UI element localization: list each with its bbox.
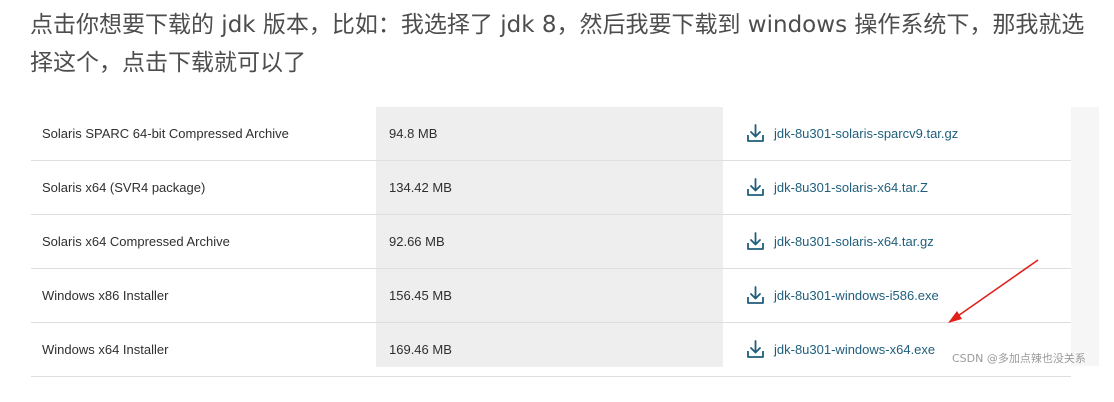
table-row: Solaris SPARC 64-bit Compressed Archive … xyxy=(31,107,1071,161)
download-icon[interactable] xyxy=(745,285,766,306)
download-cell: jdk-8u301-solaris-sparcv9.tar.gz xyxy=(745,107,958,160)
download-cell: jdk-8u301-windows-i586.exe xyxy=(745,269,939,322)
file-size: 169.46 MB xyxy=(389,342,452,357)
scroll-area-edge xyxy=(1071,107,1099,366)
download-icon[interactable] xyxy=(745,123,766,144)
file-size: 94.8 MB xyxy=(389,126,438,141)
download-link[interactable]: jdk-8u301-windows-i586.exe xyxy=(774,288,939,303)
table-row: Solaris x64 Compressed Archive 92.66 MB … xyxy=(31,215,1071,269)
file-size: 156.45 MB xyxy=(389,288,452,303)
product-name: Windows x64 Installer xyxy=(42,342,169,357)
download-link[interactable]: jdk-8u301-windows-x64.exe xyxy=(774,342,935,357)
product-name: Solaris x64 (SVR4 package) xyxy=(42,180,206,195)
table-row: Windows x86 Installer 156.45 MB jdk-8u30… xyxy=(31,269,1071,323)
download-link[interactable]: jdk-8u301-solaris-sparcv9.tar.gz xyxy=(774,126,958,141)
file-size: 134.42 MB xyxy=(389,180,452,195)
product-name: Solaris x64 Compressed Archive xyxy=(42,234,230,249)
download-icon[interactable] xyxy=(745,231,766,252)
download-icon[interactable] xyxy=(745,177,766,198)
table-row: Windows x64 Installer 169.46 MB jdk-8u30… xyxy=(31,323,1071,377)
table-row: Solaris x64 (SVR4 package) 134.42 MB jdk… xyxy=(31,161,1071,215)
intro-paragraph: 点击你想要下载的 jdk 版本，比如：我选择了 jdk 8，然后我要下载到 wi… xyxy=(30,12,1085,76)
watermark: CSDN @多加点辣也没关系 xyxy=(952,352,1086,365)
download-link[interactable]: jdk-8u301-solaris-x64.tar.Z xyxy=(774,180,928,195)
download-cell: jdk-8u301-windows-x64.exe xyxy=(745,323,935,376)
download-cell: jdk-8u301-solaris-x64.tar.Z xyxy=(745,161,928,214)
product-name: Solaris SPARC 64-bit Compressed Archive xyxy=(42,126,289,141)
download-link[interactable]: jdk-8u301-solaris-x64.tar.gz xyxy=(774,234,934,249)
download-table: Solaris SPARC 64-bit Compressed Archive … xyxy=(31,107,1071,377)
file-size: 92.66 MB xyxy=(389,234,445,249)
product-name: Windows x86 Installer xyxy=(42,288,169,303)
download-cell: jdk-8u301-solaris-x64.tar.gz xyxy=(745,215,934,268)
download-icon[interactable] xyxy=(745,339,766,360)
